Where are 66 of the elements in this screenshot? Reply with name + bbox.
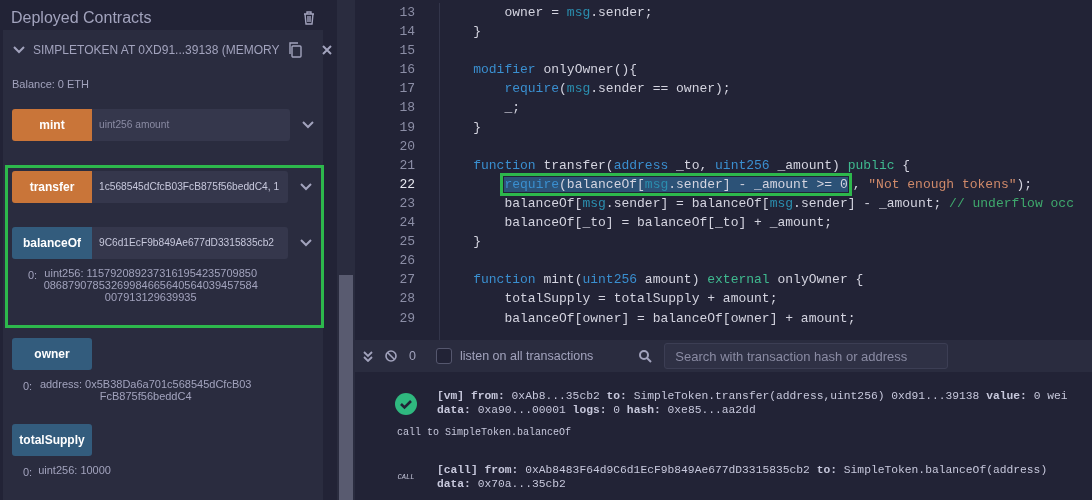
line-number: 21 <box>398 156 415 175</box>
scrollbar-thumb[interactable] <box>339 275 353 500</box>
line-number: 25 <box>398 233 415 252</box>
line-number: 24 <box>398 214 415 233</box>
line-number: 19 <box>398 118 415 137</box>
code-line: require(msg.sender == owner); <box>503 80 732 99</box>
code-line: modifier onlyOwner(){ <box>472 61 639 80</box>
argument-field[interactable]: uint256 amount <box>92 108 290 141</box>
checkbox-label: listen on all transactions <box>459 347 594 365</box>
log-text: [vm] from: 0xAb8...35cb2 to: SimpleToken.transfer(address,uint256) 0xd91...39138 value: 0 wei <box>437 390 1068 404</box>
line-number: 20 <box>398 137 415 156</box>
code-line: } <box>472 23 482 42</box>
output-value: uint256: 115792089237316195423570985008687907853269984665640564039457584007913129639935 <box>43 266 259 303</box>
chevron-icon[interactable] <box>302 120 314 129</box>
listen-checkbox[interactable] <box>435 348 452 364</box>
output-index: 0: <box>23 378 33 394</box>
line-number: 16 <box>398 61 415 80</box>
line-number: 28 <box>398 290 415 309</box>
code-line: } <box>472 233 482 252</box>
line-number: 15 <box>398 42 415 61</box>
line-number: 14 <box>398 23 415 42</box>
output-value: uint256: 10000 <box>38 463 112 478</box>
log-text: data: 0x70a...35cb2 <box>437 477 567 491</box>
line-number: 18 <box>398 99 415 118</box>
output-index: 0: <box>23 464 33 480</box>
log-text: data: 0xa90...00001 logs: 0 hash: 0xe85...aa2dd <box>437 403 757 417</box>
code-line: } <box>472 118 482 137</box>
chevron-icon[interactable] <box>300 238 312 247</box>
line-number: 26 <box>398 252 415 271</box>
pending-count: 0 <box>409 347 416 365</box>
output-index: 0: <box>28 267 38 283</box>
copy-icon[interactable] <box>287 42 302 58</box>
line-number: 27 <box>398 271 415 290</box>
log-text: [call] from: 0xAb8483F64d9C6d1EcF9b849Ae677dD3315835cb2 to: SimpleToken.balanceOf(address) <box>437 464 1048 478</box>
panel-title: Deployed Contracts <box>11 8 152 28</box>
chevron-icon[interactable] <box>13 46 25 54</box>
code-line: balanceOf[_to] = balanceOf[_to] + _amount; <box>503 214 834 233</box>
code-line: totalSupply = totalSupply + amount; <box>503 290 779 309</box>
argument-field[interactable]: 9C6d1EcF9b849Ae677dD3315835cb2 <box>92 226 288 259</box>
code-line: owner = msg.sender; <box>503 4 654 22</box>
line-number: 17 <box>398 80 415 99</box>
search-icon[interactable] <box>639 349 653 363</box>
output-value: address: 0x5B38Da6a701c568545dCfcB03FcB875f56beddC4 <box>38 377 253 402</box>
code-line: function mint(uint256 amount) external onlyOwner { <box>472 271 865 290</box>
function-button[interactable]: balanceOf <box>12 226 92 259</box>
search-field[interactable]: Search with transaction hash or address <box>664 343 949 369</box>
clear-icon[interactable] <box>385 350 397 362</box>
double-chevron-icon[interactable] <box>363 350 373 362</box>
line-number: 29 <box>398 309 415 328</box>
function-button[interactable]: owner <box>12 337 92 370</box>
code-line: balanceOf[msg.sender] = balanceOf[msg.sender] - _amount; // underflow occ <box>503 194 1075 213</box>
close-icon[interactable] <box>321 45 332 55</box>
log-text: call to SimpleToken.balanceOf <box>396 426 573 440</box>
argument-field[interactable]: 1c568545dCfcB03FcB875f56beddC4, 1 <box>92 170 288 203</box>
code-line: balanceOf[owner] = balanceOf[owner] + amount; <box>503 309 857 328</box>
code-line: function transfer(address _to, uint256 _amount) public { <box>472 156 912 175</box>
chevron-icon[interactable] <box>300 182 312 191</box>
contract-title: SIMPLETOKEN AT 0XD91...39138 (MEMORY <box>33 42 280 59</box>
line-number: 13 <box>398 4 415 22</box>
code-line: _; <box>503 99 521 118</box>
line-number: 22 <box>398 175 415 194</box>
balance-text: Balance: 0 ETH <box>11 77 91 92</box>
trash-icon[interactable] <box>303 11 315 25</box>
check-circle-icon <box>395 392 417 415</box>
line-number: 23 <box>398 194 415 213</box>
function-button[interactable]: totalSupply <box>12 423 92 456</box>
